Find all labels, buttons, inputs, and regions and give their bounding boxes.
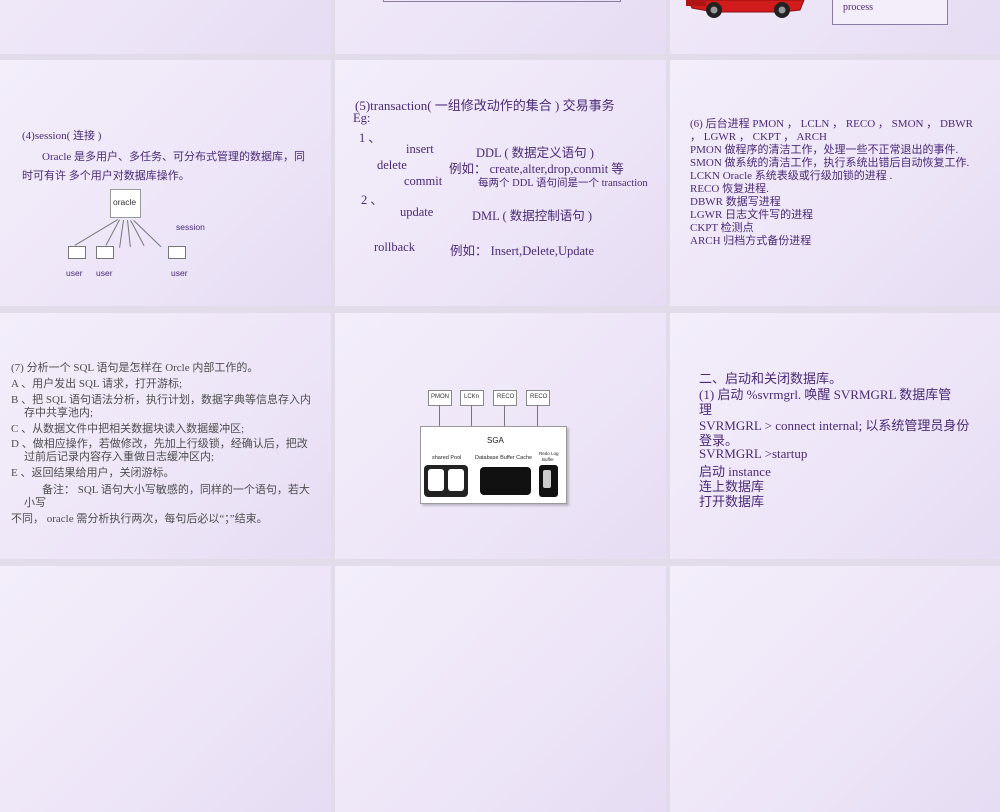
oracle-node-label: oracle (113, 197, 137, 207)
process-box-reco-2: RECO (526, 390, 550, 406)
sga-box: SGA shared Pool Database Buffer Cache Re… (420, 426, 567, 504)
startup-line-2: (1) 启动 %svrmgrl. 唤醒 SVRMGRL 数据库管 (699, 387, 952, 402)
buffer-cache-area (480, 467, 531, 495)
transaction-delete: delete (377, 158, 407, 172)
user-label-1: user (66, 268, 83, 278)
transaction-title: (5)transaction( 一组修改动作的集合 ) 交易事务 (355, 98, 615, 113)
process-connector (471, 405, 472, 426)
buffer-cache-label: Database Buffer Cache (475, 455, 533, 461)
background-process-box: background process (832, 0, 948, 25)
slide-bottom-left (0, 566, 331, 812)
startup-line-9: 打开数据库 (699, 494, 765, 509)
sga-title: SGA (487, 436, 504, 445)
process-label: PMON (431, 394, 449, 400)
slide-bottom-right (670, 566, 1000, 812)
slide-top-center (335, 0, 666, 54)
process-connector (504, 405, 505, 426)
top-center-box (383, 0, 621, 2)
transaction-insert: insert (406, 142, 434, 156)
slide-top-right: background process (670, 0, 1000, 54)
slide-session: (4)session( 连接 ) Oracle 是多用户、多任务、可分布式管理的… (0, 60, 331, 306)
transaction-num-1: 1 、 (359, 131, 381, 145)
sql-line-2: A 、用户发出 SQL 请求，打开游标; (11, 378, 183, 390)
slide-top-left (0, 0, 331, 54)
connector-line (119, 219, 124, 248)
transaction-update: update (400, 205, 434, 219)
user-label-2: user (96, 268, 113, 278)
user-node-2 (96, 246, 114, 259)
transaction-dml: DML ( 数据控制语句 ) (472, 209, 593, 223)
process-label: RECO (530, 394, 548, 400)
sql-line-7: 过前后记录内容存入重做日志缓冲区内; (24, 451, 215, 463)
process-box-lckn: LCKn (460, 390, 484, 406)
slide-background-processes: (6) 后台进程 PMON ， LCLN ， RECO ， SMON ， DBW… (670, 60, 1000, 306)
oracle-node: oracle (110, 189, 141, 218)
redo-log-label-1: Redo Log (539, 451, 559, 456)
red-car-image (686, 0, 805, 18)
transaction-num-2: 2 、 (361, 193, 383, 207)
transaction-commit-note: 每两个 DDL 语句间是一个 transaction (478, 178, 648, 189)
slide-bottom-center (335, 566, 666, 812)
process-label: LCKn (464, 394, 480, 400)
session-body-line-1: Oracle 是多用户、多任务、可分布式管理的数据库，同 (42, 151, 306, 163)
shared-pool-label: shared Pool (432, 455, 462, 461)
slide-sql-processing: (7) 分析一个 SQL 语句是怎样在 Orcle 内部工作的。 A 、用户发出… (0, 313, 331, 559)
process-box-reco-1: RECO (493, 390, 517, 406)
slide-sga-diagram: PMON LCKn RECO RECO SGA shared Pool Data… (335, 313, 666, 559)
transaction-eg: Eg: (353, 111, 371, 125)
slide-transaction: (5)transaction( 一组修改动作的集合 ) 交易事务 Eg: 1 、… (335, 60, 666, 306)
shared-pool-cell (448, 469, 464, 491)
session-body-line-2: 时可有许 多个用户对数据库操作。 (22, 170, 190, 182)
slide-startup: 二、启动和关闭数据库。 (1) 启动 %svrmgrl. 唤醒 SVRMGRL … (670, 313, 1000, 559)
sql-line-5: C 、从数据文件中把相关数据块读入数据缓冲区; (11, 423, 245, 435)
process-label: RECO (497, 394, 515, 400)
background-line-10: ARCH 归档方式备份进程 (690, 235, 812, 247)
connector-line (105, 219, 120, 246)
session-title: (4)session( 连接 ) (22, 130, 102, 142)
sql-line-11: 不同， oracle 需分析执行两次，每句后必以“；”结束。 (11, 513, 268, 525)
sql-line-1: (7) 分析一个 SQL 语句是怎样在 Orcle 内部工作的。 (11, 362, 259, 374)
connector-line (127, 220, 131, 247)
shared-pool-area (424, 465, 468, 497)
user-node-3 (168, 246, 186, 259)
session-label: session (176, 222, 205, 232)
process-connector (537, 405, 538, 426)
redo-log-label-2: Buffer (542, 457, 554, 462)
transaction-example-2: 例如： Insert,Delete,Update (450, 244, 595, 258)
transaction-commit: commit (404, 174, 443, 188)
sql-line-10: 小写 (24, 497, 46, 509)
transaction-rollback: rollback (374, 240, 415, 254)
redo-log-area (539, 465, 558, 497)
process-box-pmon: PMON (428, 390, 452, 406)
redo-log-cell (543, 470, 551, 488)
user-node-1 (68, 246, 86, 259)
sql-line-9: 备注： SQL 语句大小写敏感的，同样的一个语句，若大 (42, 484, 310, 496)
startup-line-6: SVRMGRL >startup (699, 446, 808, 461)
sql-line-4: 存中共享池内; (24, 407, 94, 419)
startup-line-4: SVRMGRL > connect internal; 以系统管理员身份 (699, 418, 970, 433)
sql-line-8: E 、返回结果给用户，关闭游标。 (11, 467, 175, 479)
user-label-3: user (171, 268, 188, 278)
background-process-label-2: process (843, 2, 873, 13)
shared-pool-cell (428, 469, 444, 491)
process-connector (439, 405, 440, 426)
